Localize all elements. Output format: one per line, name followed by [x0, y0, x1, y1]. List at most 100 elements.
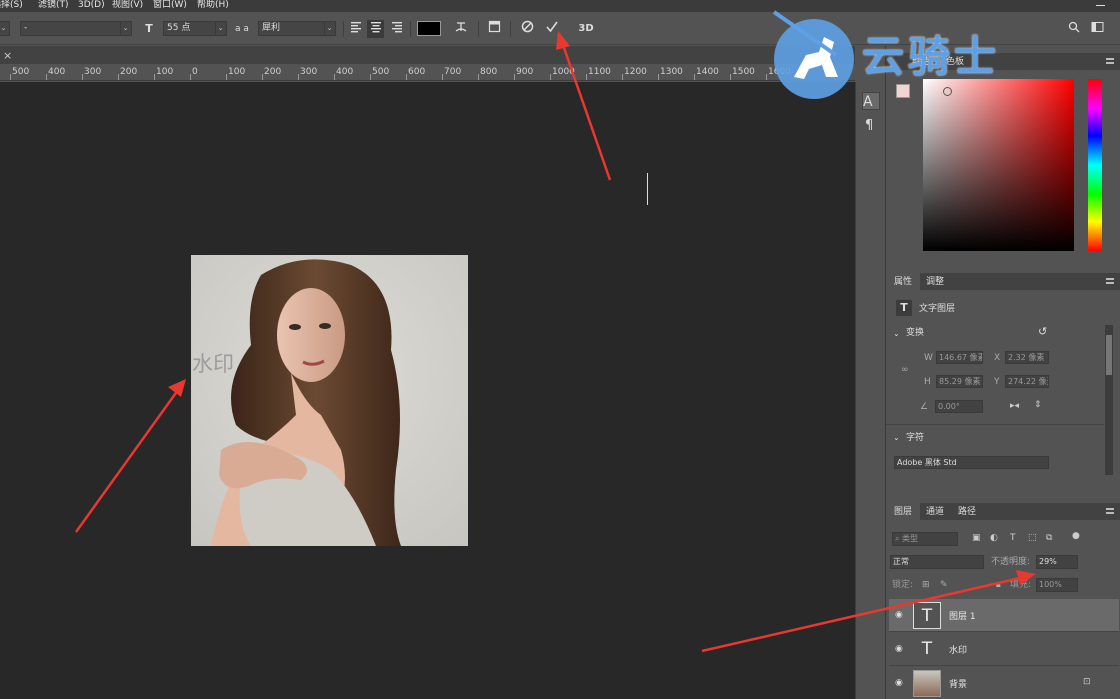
filter-shape-icon[interactable]: ⬚: [1028, 532, 1037, 544]
logo-text: 云骑士: [862, 32, 1001, 81]
align-right-icon[interactable]: [390, 20, 404, 38]
ruler-tick-mark: [478, 74, 479, 80]
tab-paths[interactable]: 路径: [958, 505, 976, 519]
document-image[interactable]: 水印: [191, 255, 468, 546]
h-label: H: [924, 377, 931, 387]
y-field[interactable]: 274.22 像素: [1005, 375, 1049, 388]
ruler-tick-mark: [730, 74, 731, 80]
lock-image-icon[interactable]: ✎: [940, 579, 948, 591]
filter-pixel-icon[interactable]: ▣: [972, 532, 981, 544]
height-field[interactable]: 85.29 像素: [936, 375, 983, 388]
visibility-eye-icon[interactable]: ◉: [895, 644, 905, 654]
divider: [343, 21, 344, 37]
link-icon[interactable]: ∞: [901, 364, 909, 376]
warp-text-icon[interactable]: [452, 20, 470, 38]
chevron-down-icon[interactable]: ⌄: [893, 328, 900, 340]
visibility-eye-icon[interactable]: ◉: [895, 678, 905, 688]
font-size-dropdown[interactable]: 55 点 ⌄: [163, 21, 227, 36]
antialias-dropdown[interactable]: 犀利 ⌄: [258, 21, 336, 36]
commit-checkmark-icon[interactable]: [543, 20, 561, 38]
paragraph-icon[interactable]: ¶: [865, 118, 873, 133]
lock-all-icon[interactable]: 🔒︎: [996, 579, 1001, 591]
menu-3d[interactable]: 3D(D): [78, 0, 105, 10]
image-layer-thumbnail: [913, 670, 941, 697]
angle-field[interactable]: 0.00°: [935, 400, 983, 413]
filter-type-icon[interactable]: T: [1010, 532, 1016, 544]
lock-label: 锁定:: [892, 580, 914, 590]
ruler-tick-label: 400: [336, 67, 354, 77]
menu-view[interactable]: 视图(V): [112, 0, 143, 10]
document-tab-row: ×: [0, 46, 855, 64]
layer-name[interactable]: 背景: [949, 677, 967, 690]
visibility-eye-icon[interactable]: ◉: [895, 610, 905, 620]
menu-select[interactable]: 选择(S): [0, 0, 23, 10]
tab-adjustments[interactable]: 调整: [926, 275, 944, 289]
tab-properties[interactable]: 属性: [886, 273, 921, 291]
lock-transparent-icon[interactable]: ⊞: [922, 579, 930, 591]
character-panel-icon[interactable]: [485, 20, 503, 38]
flip-horizontal-icon[interactable]: ▸◂: [1010, 400, 1019, 412]
character-section-label[interactable]: 字符: [906, 432, 924, 444]
3d-button[interactable]: 3D: [576, 20, 596, 38]
cancel-icon[interactable]: [518, 20, 536, 38]
ruler-tick-mark: [298, 74, 299, 80]
layer-row[interactable]: ◉ 背景 ⊡: [889, 667, 1119, 699]
chevron-down-icon[interactable]: ⌄: [893, 432, 900, 444]
ruler-tick-label: 500: [372, 67, 390, 77]
fill-field[interactable]: 100%: [1036, 578, 1078, 592]
x-field[interactable]: 2.32 像素: [1005, 351, 1049, 364]
ruler-tick-mark: [370, 74, 371, 80]
layer-name[interactable]: 图层 1: [949, 609, 976, 622]
watermark-text-layer[interactable]: 水印: [192, 352, 234, 376]
align-center-icon[interactable]: [367, 20, 384, 38]
divider: [510, 21, 511, 37]
ruler-tick-mark: [82, 74, 83, 80]
ruler-tick-label: 200: [120, 67, 138, 77]
align-left-icon[interactable]: [349, 20, 363, 38]
x-label: X: [994, 353, 1001, 363]
opacity-field[interactable]: 29%: [1036, 555, 1078, 569]
layer-name[interactable]: 水印: [949, 643, 967, 656]
ruler-tick-label: 1100: [588, 67, 611, 77]
panel-menu-icon[interactable]: [1106, 508, 1114, 514]
ruler-tick-mark: [622, 74, 623, 80]
tool-preset-dropdown[interactable]: ⌄: [0, 21, 10, 36]
font-style-value: -: [24, 23, 28, 33]
layer-row[interactable]: ◉ T 水印: [889, 633, 1119, 666]
filter-adjustment-icon[interactable]: ◐: [990, 532, 998, 544]
tab-channels[interactable]: 通道: [926, 505, 944, 519]
text-color-swatch[interactable]: [417, 21, 441, 36]
close-tab-icon[interactable]: ×: [3, 49, 12, 62]
ruler-tick-mark: [442, 74, 443, 80]
tab-layers[interactable]: 图层: [886, 503, 921, 521]
text-layer-icon: T: [896, 300, 912, 316]
menu-filter[interactable]: 滤镜(T): [38, 0, 69, 10]
layer-row-selected[interactable]: ◉ T 图层 1: [889, 599, 1119, 632]
filter-smart-object-icon[interactable]: ⧉: [1046, 532, 1052, 544]
font-style-dropdown[interactable]: - ⌄: [20, 21, 132, 36]
search-icon[interactable]: [1066, 20, 1082, 38]
font-family-dropdown[interactable]: Adobe 黑体 Std: [894, 456, 1049, 469]
blend-mode-dropdown[interactable]: 正常: [890, 555, 984, 569]
reset-icon[interactable]: ↺: [1038, 326, 1047, 338]
filter-toggle-icon[interactable]: ●: [1072, 530, 1080, 542]
properties-scrollbar[interactable]: [1105, 325, 1113, 475]
ruler-tick-label: 200: [264, 67, 282, 77]
workspace-icon[interactable]: [1089, 20, 1105, 38]
ruler-tick-mark: [262, 74, 263, 80]
minimize-icon[interactable]: [1096, 5, 1105, 6]
transform-section-label[interactable]: 变换: [906, 327, 924, 339]
antialias-icon: a a: [235, 24, 249, 34]
hue-slider[interactable]: [1088, 79, 1102, 251]
menu-help[interactable]: 帮助(H): [197, 0, 229, 10]
panel-dock-strip: A ¶: [855, 82, 885, 699]
layer-filter-dropdown[interactable]: ⌕ 类型: [892, 532, 958, 546]
panel-menu-icon[interactable]: [1106, 278, 1114, 284]
panel-menu-icon[interactable]: [1106, 58, 1114, 64]
layer-filter-placeholder: 类型: [902, 534, 919, 543]
width-field[interactable]: 146.67 像素: [936, 351, 983, 364]
flip-vertical-icon[interactable]: ⇕: [1034, 399, 1042, 411]
layers-panel-header: 图层 通道 路径: [886, 503, 1120, 521]
menu-window[interactable]: 窗口(W): [153, 0, 187, 10]
scrollbar-thumb[interactable]: [1106, 335, 1112, 375]
